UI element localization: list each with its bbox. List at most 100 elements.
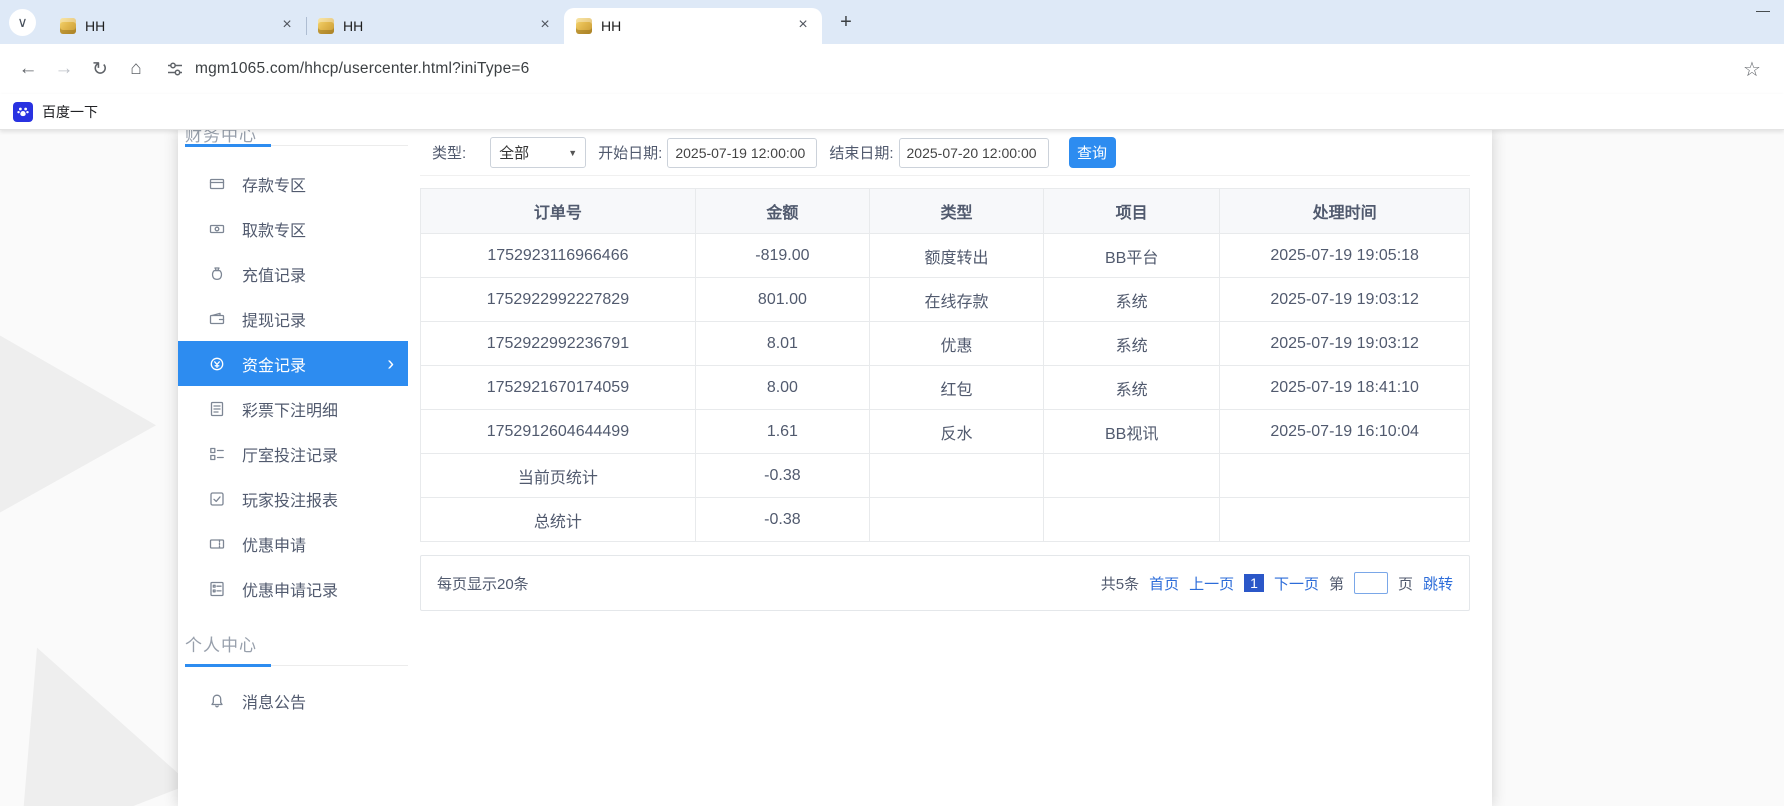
site-favicon xyxy=(576,18,592,34)
cell-amount: 1.61 xyxy=(695,410,869,454)
minimize-icon[interactable]: — xyxy=(1756,2,1770,18)
sidebar-item-label: 充值记录 xyxy=(242,262,306,286)
sidebar-item-label: 厅室投注记录 xyxy=(242,442,338,466)
promo-apply-icon xyxy=(208,536,226,552)
browser-tab-2[interactable]: HH × xyxy=(306,8,564,44)
cell-stat-label: 总统计 xyxy=(421,498,696,542)
type-select[interactable]: 全部 ▼ xyxy=(490,137,586,168)
sidebar-item-room-bet-records[interactable]: 厅室投注记录 xyxy=(185,431,408,476)
cell-time: 2025-07-19 16:10:04 xyxy=(1220,410,1470,454)
cell-time: 2025-07-19 19:03:12 xyxy=(1220,322,1470,366)
sidebar-item-recharge-records[interactable]: 充值记录 xyxy=(185,251,408,296)
cell-type: 优惠 xyxy=(869,322,1043,366)
tab-search-button[interactable]: ∨ xyxy=(9,9,36,36)
cell-amount: -0.38 xyxy=(695,498,869,542)
prev-page-link[interactable]: 上一页 xyxy=(1189,573,1234,594)
header-order-no: 订单号 xyxy=(421,189,696,234)
user-center-content: 财务中心 存款专区 取款专区 xyxy=(178,130,1492,806)
table-row: 1752923116966466 -819.00 额度转出 BB平台 2025-… xyxy=(421,234,1470,278)
page-label-after: 页 xyxy=(1398,573,1413,594)
sidebar-item-promo-apply-records[interactable]: 优惠申请记录 xyxy=(185,566,408,611)
sidebar-item-withdraw-zone[interactable]: 取款专区 xyxy=(185,206,408,251)
table-row-grand-total: 总统计 -0.38 xyxy=(421,498,1470,542)
site-settings-icon[interactable] xyxy=(166,60,184,78)
browser-tab-1[interactable]: HH × xyxy=(48,8,306,44)
tab-close-icon[interactable]: × xyxy=(536,17,554,35)
bookmarks-bar: 百度一下 xyxy=(0,94,1784,130)
type-select-value: 全部 xyxy=(499,142,529,163)
cell-time: 2025-07-19 19:03:12 xyxy=(1220,278,1470,322)
search-button[interactable]: 查询 xyxy=(1069,137,1116,168)
funds-record-icon xyxy=(208,356,226,372)
cell-type: 反水 xyxy=(869,410,1043,454)
cell-amount: 8.01 xyxy=(695,322,869,366)
sidebar-section-finance: 财务中心 xyxy=(185,130,408,146)
jump-link[interactable]: 跳转 xyxy=(1423,573,1453,594)
page-jump-input[interactable] xyxy=(1354,572,1388,594)
sidebar-item-player-bet-report[interactable]: 玩家投注报表 xyxy=(185,476,408,521)
site-favicon xyxy=(60,18,76,34)
cell-type: 在线存款 xyxy=(869,278,1043,322)
back-button[interactable]: ← xyxy=(10,51,46,87)
url-text: mgm1065.com/hhcp/usercenter.html?iniType… xyxy=(195,60,530,78)
page-label-before: 第 xyxy=(1329,573,1344,594)
sidebar-item-promo-apply[interactable]: 优惠申请 xyxy=(185,521,408,566)
cell-type: 红包 xyxy=(869,366,1043,410)
sidebar-item-deposit-zone[interactable]: 存款专区 xyxy=(185,161,408,206)
sidebar-item-label: 玩家投注报表 xyxy=(242,487,338,511)
baidu-favicon xyxy=(13,102,33,122)
forward-button[interactable]: → xyxy=(46,51,82,87)
header-process-time: 处理时间 xyxy=(1220,189,1470,234)
sidebar-finance-list: 存款专区 取款专区 充值记录 xyxy=(185,161,408,611)
sidebar-item-label: 消息公告 xyxy=(242,689,306,713)
cell-time: 2025-07-19 18:41:10 xyxy=(1220,366,1470,410)
cell-amount: 801.00 xyxy=(695,278,869,322)
cell-empty xyxy=(1220,498,1470,542)
cell-amount: 8.00 xyxy=(695,366,869,410)
bookmark-star-icon[interactable]: ☆ xyxy=(1734,51,1770,87)
cell-type: 额度转出 xyxy=(869,234,1043,278)
home-button[interactable]: ⌂ xyxy=(118,51,154,87)
reload-button[interactable]: ↻ xyxy=(82,51,118,87)
cell-order-no: 1752922992227829 xyxy=(421,278,696,322)
sidebar-item-fund-records[interactable]: 资金记录 › xyxy=(178,341,408,386)
cell-amount: -819.00 xyxy=(695,234,869,278)
bookmark-item[interactable]: 百度一下 xyxy=(42,102,98,122)
end-date-label: 结束日期: xyxy=(829,142,893,163)
cell-empty xyxy=(1220,454,1470,498)
cell-order-no: 1752923116966466 xyxy=(421,234,696,278)
tab-title: HH xyxy=(343,18,527,34)
cell-empty xyxy=(869,498,1043,542)
next-page-link[interactable]: 下一页 xyxy=(1274,573,1319,594)
lottery-detail-icon xyxy=(208,401,226,417)
cell-project: 系统 xyxy=(1044,366,1220,410)
withdrawal-record-icon xyxy=(208,311,226,327)
current-page-indicator[interactable]: 1 xyxy=(1244,574,1264,592)
address-bar[interactable]: mgm1065.com/hhcp/usercenter.html?iniType… xyxy=(154,51,1734,87)
sidebar-item-label: 优惠申请 xyxy=(242,532,306,556)
browser-tab-3-active[interactable]: HH × xyxy=(564,8,822,44)
cell-stat-label: 当前页统计 xyxy=(421,454,696,498)
sidebar-item-label: 彩票下注明细 xyxy=(242,397,338,421)
cell-project: 系统 xyxy=(1044,322,1220,366)
tab-title: HH xyxy=(85,18,269,34)
cell-project: BB视讯 xyxy=(1044,410,1220,454)
new-tab-button[interactable]: + xyxy=(832,8,860,36)
table-row: 1752922992236791 8.01 优惠 系统 2025-07-19 1… xyxy=(421,322,1470,366)
first-page-link[interactable]: 首页 xyxy=(1149,573,1179,594)
tab-close-icon[interactable]: × xyxy=(278,17,296,35)
sidebar-item-lottery-bet-details[interactable]: 彩票下注明细 xyxy=(185,386,408,431)
total-count: 共5条 xyxy=(1101,573,1139,594)
recharge-record-icon xyxy=(208,266,226,282)
sidebar-item-label: 取款专区 xyxy=(242,217,306,241)
tab-close-icon[interactable]: × xyxy=(794,17,812,35)
browser-toolbar: ← → ↻ ⌂ mgm1065.com/hhcp/usercenter.html… xyxy=(0,44,1784,94)
sidebar-item-withdrawal-records[interactable]: 提现记录 xyxy=(185,296,408,341)
fund-records-table: 订单号 金额 类型 项目 处理时间 1752923116966466 -819.… xyxy=(420,188,1470,542)
cell-empty xyxy=(1044,454,1220,498)
start-date-input[interactable] xyxy=(667,138,817,168)
sidebar-item-label: 提现记录 xyxy=(242,307,306,331)
sidebar-item-message-announcements[interactable]: 消息公告 xyxy=(185,678,408,723)
end-date-input[interactable] xyxy=(899,138,1049,168)
cell-empty xyxy=(869,454,1043,498)
